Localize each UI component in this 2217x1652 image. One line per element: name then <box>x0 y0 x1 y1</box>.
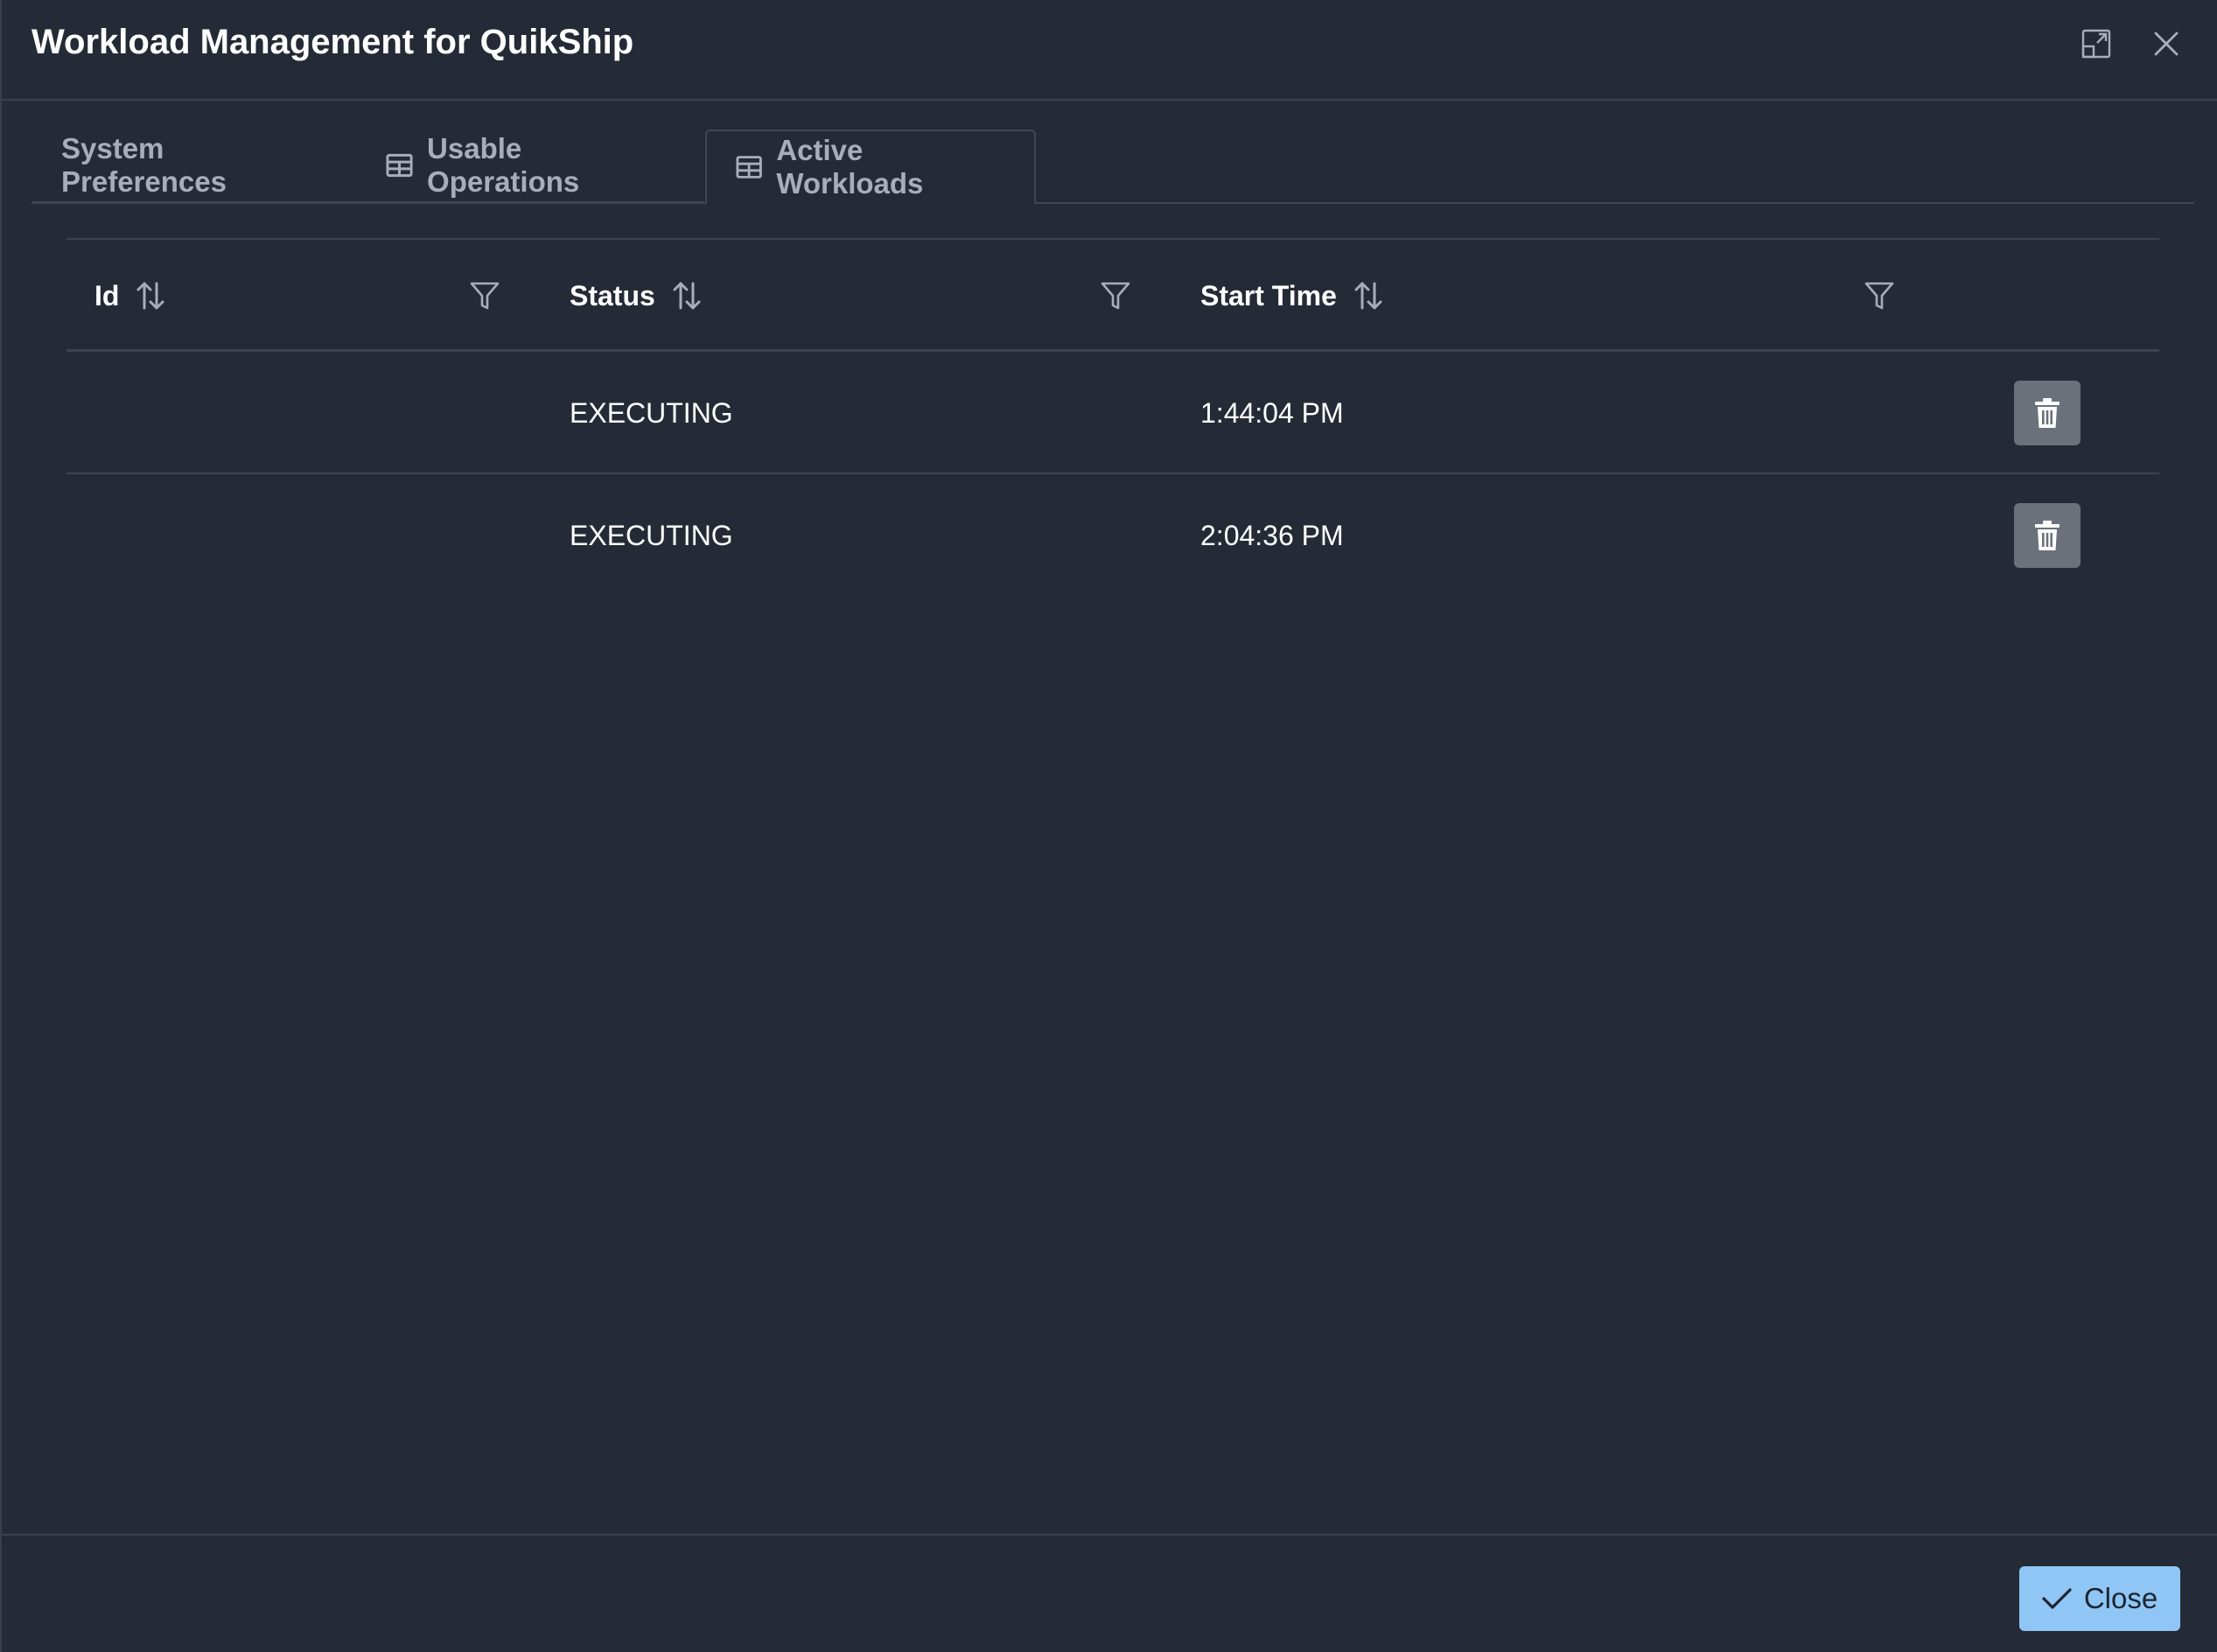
cell-status: EXECUTING <box>570 519 733 551</box>
column-header-start-time[interactable]: Start Time <box>1200 240 1384 352</box>
active-workloads-table: Id Status Start Time EXECUTING 1:44:04 P… <box>66 238 2159 597</box>
close-button-label: Close <box>2083 1582 2158 1614</box>
trash-icon <box>2035 398 2060 428</box>
check-icon <box>2042 1588 2072 1609</box>
cell-start-time: 1:44:04 PM <box>1200 396 1344 429</box>
sort-icon[interactable] <box>671 280 703 312</box>
table-icon <box>736 156 762 178</box>
close-button[interactable]: Close <box>2019 1566 2180 1631</box>
window-maximize-icon[interactable] <box>2079 26 2114 61</box>
column-header-status[interactable]: Status <box>570 240 703 352</box>
cell-start-time: 2:04:36 PM <box>1200 519 1344 551</box>
column-header-id[interactable]: Id <box>94 240 166 352</box>
filter-icon[interactable] <box>467 278 502 313</box>
tab-usable-operations[interactable]: Usable Operations <box>357 130 703 203</box>
trash-icon <box>2035 521 2060 550</box>
tab-system-preferences[interactable]: System Preferences <box>31 130 357 203</box>
table-row[interactable]: EXECUTING 2:04:36 PM <box>66 474 2159 597</box>
tab-label: Usable Operations <box>427 132 580 198</box>
filter-icon[interactable] <box>1098 278 1133 313</box>
cell-status: EXECUTING <box>570 396 733 429</box>
delete-workload-button[interactable] <box>2014 503 2081 568</box>
table-icon <box>386 153 413 178</box>
delete-workload-button[interactable] <box>2014 381 2081 445</box>
tab-bar: System Preferences Usable Operations Act… <box>31 130 2194 205</box>
dialog-header: Workload Management for QuikShip <box>2 0 2217 101</box>
table-header: Id Status Start Time <box>66 238 2159 352</box>
sort-icon[interactable] <box>135 280 166 312</box>
tab-label: Active Workloads <box>776 134 924 200</box>
sort-icon[interactable] <box>1353 280 1384 312</box>
workload-management-dialog: Workload Management for QuikShip System … <box>0 0 2217 1652</box>
close-icon[interactable] <box>2149 26 2184 61</box>
tab-active-workloads[interactable]: Active Workloads <box>705 130 1036 205</box>
dialog-title: Workload Management for QuikShip <box>31 23 634 61</box>
filter-icon[interactable] <box>1862 278 1897 313</box>
dialog-footer: Close <box>2 1534 2217 1652</box>
tab-label: System Preferences <box>61 132 227 198</box>
table-row[interactable]: EXECUTING 1:44:04 PM <box>66 352 2159 474</box>
